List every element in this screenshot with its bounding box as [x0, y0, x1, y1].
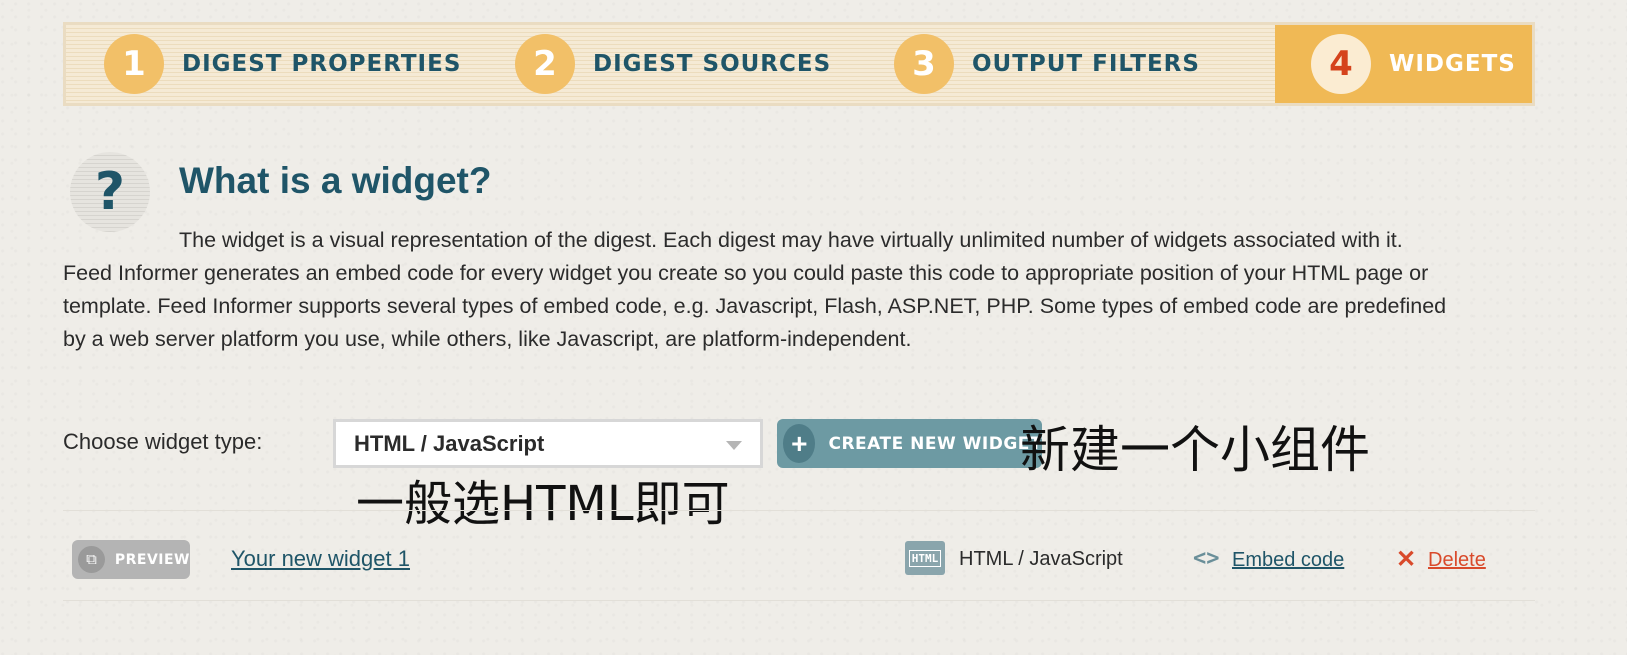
preview-label: PREVIEW: [114, 551, 190, 568]
html-icon-text: HTML: [908, 549, 942, 567]
delete-icon: ✕: [1396, 546, 1417, 573]
code-icon: <>: [1193, 546, 1220, 571]
create-widget-label: CREATE NEW WIDGET: [828, 433, 1042, 454]
wizard-steps: 1 DIGEST PROPERTIES 2 DIGEST SOURCES 3 O…: [63, 22, 1535, 106]
step-output-filters[interactable]: 3 OUTPUT FILTERS: [894, 25, 1200, 103]
step-number: 4: [1311, 34, 1371, 94]
step-widgets[interactable]: 4 WIDGETS: [1275, 25, 1532, 103]
step-label: WIDGETS: [1389, 51, 1516, 77]
widget-type-selected: HTML / JavaScript: [354, 430, 545, 456]
page-title: What is a widget?: [179, 160, 492, 201]
create-widget-button[interactable]: + CREATE NEW WIDGET: [777, 419, 1042, 468]
widget-type-label: Choose widget type:: [63, 429, 263, 454]
step-label: OUTPUT FILTERS: [972, 51, 1200, 77]
step-label: DIGEST SOURCES: [593, 51, 832, 77]
embed-code-link[interactable]: Embed code: [1232, 549, 1344, 572]
description-text: The widget is a visual representation of…: [63, 228, 1447, 351]
step-number: 1: [104, 34, 164, 94]
chevron-down-icon: [726, 441, 742, 450]
html-icon: HTML: [905, 541, 945, 575]
widget-type-text: HTML / JavaScript: [959, 548, 1123, 570]
preview-button[interactable]: ⧉ PREVIEW: [72, 540, 190, 579]
step-label: DIGEST PROPERTIES: [182, 51, 462, 77]
question-icon: ?: [70, 152, 150, 232]
plus-icon: +: [783, 424, 816, 463]
step-digest-sources[interactable]: 2 DIGEST SOURCES: [515, 25, 831, 103]
divider: [63, 600, 1535, 601]
step-number: 3: [894, 34, 954, 94]
widget-name-link[interactable]: Your new widget 1: [231, 546, 410, 572]
divider: [63, 510, 1535, 511]
delete-link[interactable]: Delete: [1428, 549, 1486, 572]
annotation-create-note: 新建一个小组件: [1020, 421, 1370, 479]
step-digest-properties[interactable]: 1 DIGEST PROPERTIES: [104, 25, 461, 103]
widget-type-select[interactable]: HTML / JavaScript: [333, 419, 763, 468]
step-number: 2: [515, 34, 575, 94]
annotation-select-note: 一般选HTML即可: [356, 476, 730, 532]
external-link-icon: ⧉: [78, 546, 105, 573]
